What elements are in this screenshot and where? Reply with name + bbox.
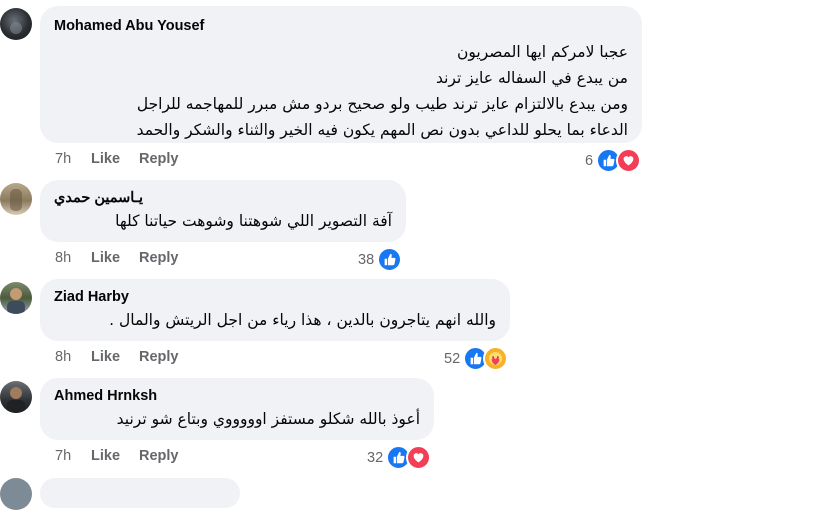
comment-text-line: الدعاء بما يحلو للداعي بدون نص المهم يكو… bbox=[136, 121, 628, 139]
comment-timestamp[interactable]: 8h bbox=[55, 349, 91, 365]
comment-text-line: من يبدع في السفاله عايز ترند bbox=[435, 69, 628, 87]
comment-author[interactable]: Ziad Harby bbox=[54, 287, 496, 307]
comment-actions: 8h Like Reply bbox=[55, 349, 179, 365]
comment-author[interactable]: Ahmed Hrnksh bbox=[54, 386, 420, 406]
like-button[interactable]: Like bbox=[91, 151, 139, 167]
avatar-photo bbox=[7, 387, 25, 413]
comment-bubble: Mohamed Abu Yousef عجبا لامركم ايها المص… bbox=[40, 6, 642, 143]
avatar[interactable] bbox=[0, 478, 32, 510]
comment-text: آفة التصوير اللي شوهتنا وشوهت حياتنا كله… bbox=[54, 208, 392, 234]
comment-bubble bbox=[40, 478, 240, 508]
comment-timestamp[interactable]: 7h bbox=[55, 448, 91, 464]
comment-author[interactable]: Mohamed Abu Yousef bbox=[54, 16, 628, 36]
reaction-summary[interactable]: 38 bbox=[358, 247, 403, 272]
comment-timestamp[interactable]: 8h bbox=[55, 250, 91, 266]
comment-text-line: أعوذ بالله شكلو مستفز اوووووي وبتاع شو ت… bbox=[116, 410, 420, 428]
avatar[interactable] bbox=[0, 8, 32, 40]
reply-button[interactable]: Reply bbox=[139, 151, 179, 167]
reaction-count: 52 bbox=[444, 350, 461, 367]
comment-text-line: والله انهم يتاجرون بالدين ، هذا رياء من … bbox=[109, 311, 496, 329]
like-button[interactable]: Like bbox=[91, 448, 139, 464]
comment-author[interactable]: يـاسمين حمدي bbox=[54, 188, 392, 208]
avatar[interactable] bbox=[0, 381, 32, 413]
avatar-photo bbox=[7, 288, 25, 314]
comment-text-line: آفة التصوير اللي شوهتنا وشوهت حياتنا كله… bbox=[115, 212, 392, 230]
avatar-photo bbox=[10, 189, 22, 211]
comment-text: عجبا لامركم ايها المصريون من يبدع في الس… bbox=[54, 39, 628, 143]
comment-bubble: يـاسمين حمدي آفة التصوير اللي شوهتنا وشو… bbox=[40, 180, 406, 242]
reply-button[interactable]: Reply bbox=[139, 250, 179, 266]
comment-bubble: Ahmed Hrnksh أعوذ بالله شكلو مستفز اوووو… bbox=[40, 378, 434, 440]
avatar[interactable] bbox=[0, 183, 32, 215]
care-icon bbox=[483, 346, 509, 371]
comment-actions: 7h Like Reply bbox=[55, 448, 179, 464]
reaction-count: 32 bbox=[367, 449, 384, 466]
comment-actions: 8h Like Reply bbox=[55, 250, 179, 266]
comment-text: أعوذ بالله شكلو مستفز اوووووي وبتاع شو ت… bbox=[54, 406, 420, 432]
comment-actions: 7h Like Reply bbox=[55, 151, 179, 167]
reaction-count: 38 bbox=[358, 251, 375, 268]
comment-timestamp[interactable]: 7h bbox=[55, 151, 91, 167]
comment-text: والله انهم يتاجرون بالدين ، هذا رياء من … bbox=[54, 307, 496, 333]
love-icon bbox=[616, 148, 642, 173]
reply-button[interactable]: Reply bbox=[139, 349, 179, 365]
like-icon bbox=[377, 247, 403, 272]
like-button[interactable]: Like bbox=[91, 349, 139, 365]
reaction-summary[interactable]: 52 bbox=[444, 346, 509, 371]
comment-text-line: عجبا لامركم ايها المصريون bbox=[457, 43, 628, 61]
comment-bubble: Ziad Harby والله انهم يتاجرون بالدين ، ه… bbox=[40, 279, 510, 341]
reaction-summary[interactable]: 32 bbox=[367, 445, 432, 470]
avatar[interactable] bbox=[0, 282, 32, 314]
reaction-summary[interactable]: 6 bbox=[585, 148, 642, 173]
reaction-count: 6 bbox=[585, 152, 594, 169]
like-button[interactable]: Like bbox=[91, 250, 139, 266]
reply-button[interactable]: Reply bbox=[139, 448, 179, 464]
love-icon bbox=[406, 445, 432, 470]
avatar-photo bbox=[10, 22, 22, 34]
comment-text-line: ومن يبدع بالالتزام عايز ترند طيب ولو صحي… bbox=[136, 95, 628, 113]
